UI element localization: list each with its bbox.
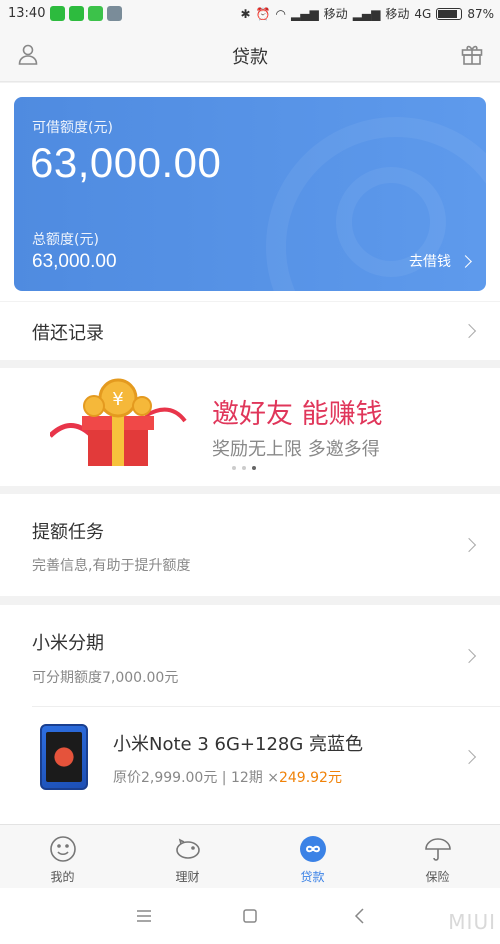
wechat-icon	[50, 6, 65, 21]
chevron-right-icon	[461, 648, 477, 664]
back-icon[interactable]	[350, 906, 370, 926]
carousel-dots	[232, 466, 256, 470]
svg-text:¥: ¥	[112, 389, 123, 410]
available-amount: 63,000.00	[30, 139, 222, 186]
umbrella-icon	[424, 838, 451, 861]
total-label: 总额度(元)	[32, 232, 99, 248]
page-title: 贷款	[232, 47, 268, 68]
wechat-icon	[69, 6, 84, 21]
app-bar: 贷款	[0, 28, 500, 82]
tab-label: 贷款	[300, 870, 325, 884]
main-content: 可借额度(元) 63,000.00 总额度(元) 63,000.00 去借钱 借…	[0, 83, 500, 826]
installment-section: 小米分期 可分期额度7,000.00元 小米Note 3 6G+128G 亮蓝色…	[0, 605, 500, 826]
carrier-1: 移动	[323, 7, 348, 21]
installment-title: 小米分期	[32, 633, 104, 654]
chevron-right-icon	[459, 254, 472, 268]
battery-icon	[436, 7, 463, 20]
banner-subline: 奖励无上限 多邀多得	[212, 439, 380, 460]
records-row[interactable]: 借还记录	[0, 302, 500, 360]
carousel-dot[interactable]	[242, 466, 246, 470]
status-time: 13:40	[8, 6, 46, 21]
app-notification-icon	[88, 6, 103, 21]
tab-label: 理财	[175, 870, 200, 884]
tab-insurance[interactable]: 保险	[375, 825, 500, 888]
promo-banner[interactable]: ¥ 邀好友 能赚钱 奖励无上限 多邀多得	[0, 368, 500, 486]
home-icon[interactable]	[240, 906, 260, 926]
menu-icon[interactable]	[134, 906, 154, 926]
signal-icon: ▂▄▆	[290, 6, 319, 21]
product-name: 小米Note 3 6G+128G 亮蓝色	[113, 734, 364, 755]
tab-loan[interactable]: 贷款	[250, 825, 375, 888]
wifi-icon: ◠	[275, 6, 286, 21]
credit-tasks-row[interactable]: 提额任务 完善信息,有助于提升额度	[0, 494, 500, 596]
status-right: ✱ ⏰ ◠ ▂▄▆ 移动 ▂▄▆ 移动 4G 87%	[240, 5, 494, 22]
system-nav-bar: MIUI	[0, 888, 500, 944]
alarm-icon: ⏰	[255, 6, 271, 21]
tab-mine[interactable]: 我的	[0, 825, 125, 888]
product-installment-price: 249.92元	[278, 770, 342, 786]
bottom-tab-bar: 我的 理财 贷款 保险	[0, 824, 500, 888]
carrier-2: 移动	[385, 7, 410, 21]
smile-icon	[49, 836, 76, 862]
bluetooth-icon: ✱	[240, 6, 251, 21]
tab-label: 保险	[425, 870, 450, 884]
phone-product-image	[40, 724, 88, 790]
chevron-right-icon	[461, 749, 477, 765]
chevron-right-icon	[461, 537, 477, 553]
borrow-button[interactable]: 去借钱	[409, 251, 472, 271]
divider	[32, 706, 500, 707]
credit-card-section: 可借额度(元) 63,000.00 总额度(元) 63,000.00 去借钱	[0, 83, 500, 301]
app-notification-icon	[107, 6, 122, 21]
status-bar: 13:40 ✱ ⏰ ◠ ▂▄▆ 移动 ▂▄▆ 移动 4G 87%	[0, 0, 500, 28]
tab-finance[interactable]: 理财	[125, 825, 250, 888]
product-price: 原价2,999.00元 | 12期 ×249.92元	[113, 767, 342, 787]
records-label: 借还记录	[32, 323, 104, 344]
network-type: 4G	[414, 6, 432, 21]
credit-card[interactable]: 可借额度(元) 63,000.00 总额度(元) 63,000.00 去借钱	[14, 97, 486, 291]
tasks-subtitle: 完善信息,有助于提升额度	[32, 558, 191, 574]
carousel-dot-active[interactable]	[252, 466, 256, 470]
installment-subtitle: 可分期额度7,000.00元	[32, 670, 179, 686]
loan-infinity-icon	[299, 836, 326, 862]
piggy-bank-icon	[175, 838, 200, 859]
notification-icons	[50, 6, 122, 21]
carousel-dot[interactable]	[232, 466, 236, 470]
product-price-prefix: 原价2,999.00元 | 12期 ×	[113, 770, 279, 786]
miui-watermark: MIUI	[448, 910, 496, 934]
total-amount: 63,000.00	[32, 251, 117, 272]
tasks-title: 提额任务	[32, 522, 104, 543]
battery-percent: 87%	[467, 6, 494, 21]
borrow-button-label: 去借钱	[409, 254, 451, 270]
gift-icon[interactable]	[460, 42, 484, 66]
tab-label: 我的	[50, 870, 75, 884]
chevron-right-icon	[461, 323, 477, 339]
gift-box-illustration: ¥	[50, 378, 187, 466]
available-label: 可借额度(元)	[32, 120, 113, 136]
banner-headline: 邀好友 能赚钱	[212, 399, 383, 430]
signal-icon: ▂▄▆	[352, 6, 381, 21]
